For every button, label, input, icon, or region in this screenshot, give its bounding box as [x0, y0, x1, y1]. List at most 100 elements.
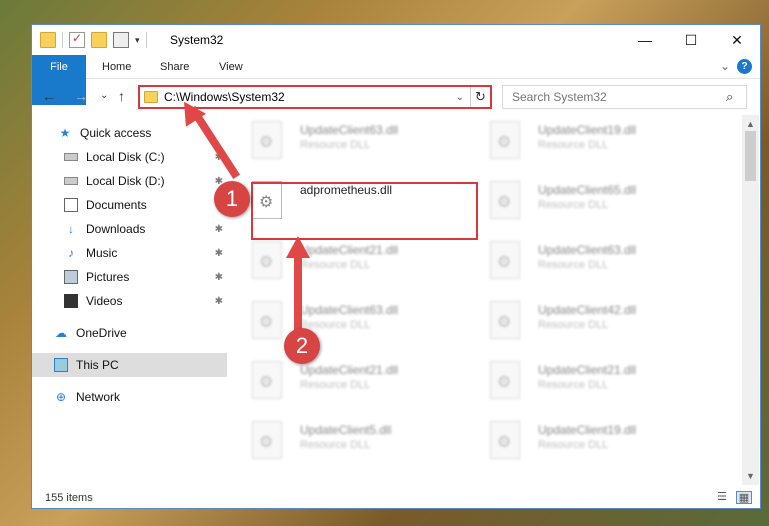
navigation-pane: ★ Quick access Local Disk (C:) ✱ Local D… [32, 115, 227, 467]
file-name: UpdateClient21.dll [538, 363, 637, 377]
qat-dropdown-icon[interactable]: ▾ [135, 35, 140, 46]
up-arrow-icon[interactable]: ↑ [118, 88, 125, 104]
scroll-up-icon[interactable]: ▲ [746, 119, 755, 129]
file-type: Resource DLL [538, 439, 609, 451]
file-item[interactable]: UpdateClient63.dll Resource DLL [228, 295, 448, 345]
properties-icon[interactable] [113, 32, 129, 48]
file-name: UpdateClient21.dll [300, 243, 399, 257]
pin-icon[interactable]: ✱ [215, 224, 223, 235]
dll-file-icon [490, 181, 520, 219]
star-icon: ★ [59, 126, 71, 140]
pin-icon[interactable]: ✱ [215, 296, 223, 307]
file-item[interactable]: UpdateClient63.dll Resource DLL [228, 115, 448, 165]
search-box[interactable]: ⌕ [502, 85, 747, 109]
dll-file-icon [252, 421, 282, 459]
file-type: Resource DLL [538, 139, 609, 151]
documents-icon [64, 198, 78, 212]
dll-file-icon [490, 361, 520, 399]
file-name: UpdateClient42.dll [538, 303, 637, 317]
sidebar-item-label: This PC [76, 358, 119, 372]
music-icon: ♪ [68, 246, 74, 260]
sidebar-item-local-disk-c[interactable]: Local Disk (C:) ✱ [32, 145, 227, 169]
pin-icon[interactable]: ✱ [215, 272, 223, 283]
large-icons-view-icon[interactable]: ▦ [736, 491, 752, 504]
onedrive-icon: ☁ [55, 326, 67, 340]
divider [145, 32, 147, 48]
file-name: UpdateClient21.dll [300, 363, 399, 377]
tab-home[interactable]: Home [102, 55, 131, 79]
file-type: Resource DLL [300, 439, 371, 451]
forward-arrow-icon[interactable]: → [74, 88, 88, 104]
maximize-button[interactable]: ☐ [668, 25, 714, 55]
dll-file-icon [252, 241, 282, 279]
file-name: UpdateClient63.dll [300, 123, 399, 137]
file-item[interactable]: UpdateClient21.dll Resource DLL [466, 355, 686, 405]
address-path[interactable]: C:\Windows\System32 [164, 90, 456, 104]
sidebar-item-videos[interactable]: Videos ✱ [32, 289, 227, 313]
videos-icon [64, 294, 78, 308]
help-icon[interactable]: ? [737, 59, 752, 74]
file-item[interactable]: UpdateClient19.dll Resource DLL [466, 115, 686, 165]
sidebar-item-downloads[interactable]: ↓ Downloads ✱ [32, 217, 227, 241]
recent-locations-icon[interactable]: ⌄ [100, 90, 108, 101]
navigation-bar: ← → ⌄ ↑ C:\Windows\System32 ⌄ ↻ ⌕ [32, 80, 760, 114]
file-type: Resource DLL [538, 319, 609, 331]
tab-share[interactable]: Share [160, 55, 189, 79]
back-arrow-icon[interactable]: ← [42, 88, 56, 104]
tab-view[interactable]: View [219, 55, 243, 79]
callout-arrowhead-2 [286, 236, 310, 258]
dll-file-icon [252, 361, 282, 399]
step-2-badge: 2 [284, 328, 320, 364]
file-item[interactable]: UpdateClient21.dll Resource DLL [228, 355, 448, 405]
sidebar-item-pictures[interactable]: Pictures ✱ [32, 265, 227, 289]
dll-file-icon [490, 241, 520, 279]
details-view-icon[interactable]: ☰ [714, 491, 730, 504]
highlight-box [251, 182, 478, 240]
file-name: UpdateClient5.dll [300, 423, 392, 437]
chevron-down-icon[interactable]: ⌄ [456, 92, 464, 103]
file-item[interactable]: UpdateClient42.dll Resource DLL [466, 295, 686, 345]
scroll-down-icon[interactable]: ▼ [746, 471, 755, 481]
file-name: UpdateClient63.dll [538, 243, 637, 257]
quick-access-toolbar: ▾ [40, 31, 147, 48]
sidebar-item-label: OneDrive [76, 326, 127, 340]
search-input[interactable] [512, 90, 726, 104]
dll-file-icon [490, 301, 520, 339]
minimize-button[interactable]: — [622, 25, 668, 55]
network-icon: ⊕ [55, 390, 67, 404]
file-item[interactable]: UpdateClient21.dll Resource DLL [228, 235, 448, 285]
file-list: UpdateClient63.dll Resource DLL UpdateCl… [228, 115, 742, 485]
dll-file-icon [490, 121, 520, 159]
callout-arrow-2 [294, 248, 302, 336]
file-item[interactable]: UpdateClient65.dll Resource DLL [466, 175, 686, 225]
dll-file-icon [252, 121, 282, 159]
sidebar-item-this-pc[interactable]: This PC [32, 353, 227, 377]
file-item[interactable]: UpdateClient5.dll Resource DLL [228, 415, 448, 465]
sidebar-item-label: Local Disk (C:) [86, 150, 165, 164]
dll-file-icon [490, 421, 520, 459]
sidebar-item-music[interactable]: ♪ Music ✱ [32, 241, 227, 265]
file-name: UpdateClient65.dll [538, 183, 637, 197]
explorer-window: ▾ System32 — ☐ ✕ File Home Share View ⌄ … [31, 24, 761, 509]
ribbon-collapse-icon[interactable]: ⌄ [720, 59, 730, 73]
sidebar-item-onedrive[interactable]: ☁ OneDrive [32, 321, 227, 345]
sidebar-item-local-disk-d[interactable]: Local Disk (D:) ✱ [32, 169, 227, 193]
sidebar-item-label: Music [86, 246, 118, 260]
refresh-icon[interactable]: ↻ [470, 87, 490, 107]
sidebar-item-label: Downloads [86, 222, 146, 236]
file-item[interactable]: UpdateClient63.dll Resource DLL [466, 235, 686, 285]
sidebar-item-documents[interactable]: Documents ✱ [32, 193, 227, 217]
folder-icon[interactable] [40, 32, 56, 48]
new-folder-icon[interactable] [91, 32, 107, 48]
properties-check-icon[interactable] [69, 31, 85, 48]
pin-icon[interactable]: ✱ [215, 248, 223, 259]
scroll-thumb[interactable] [745, 131, 756, 181]
downloads-icon: ↓ [68, 222, 74, 236]
title-bar: ▾ System32 — ☐ ✕ [32, 25, 760, 55]
vertical-scrollbar[interactable]: ▲ ▼ [742, 115, 759, 485]
search-icon[interactable]: ⌕ [726, 89, 746, 105]
sidebar-item-network[interactable]: ⊕ Network [32, 385, 227, 409]
file-item[interactable]: UpdateClient19.dll Resource DLL [466, 415, 686, 465]
file-type: Resource DLL [538, 259, 609, 271]
close-button[interactable]: ✕ [714, 25, 760, 55]
